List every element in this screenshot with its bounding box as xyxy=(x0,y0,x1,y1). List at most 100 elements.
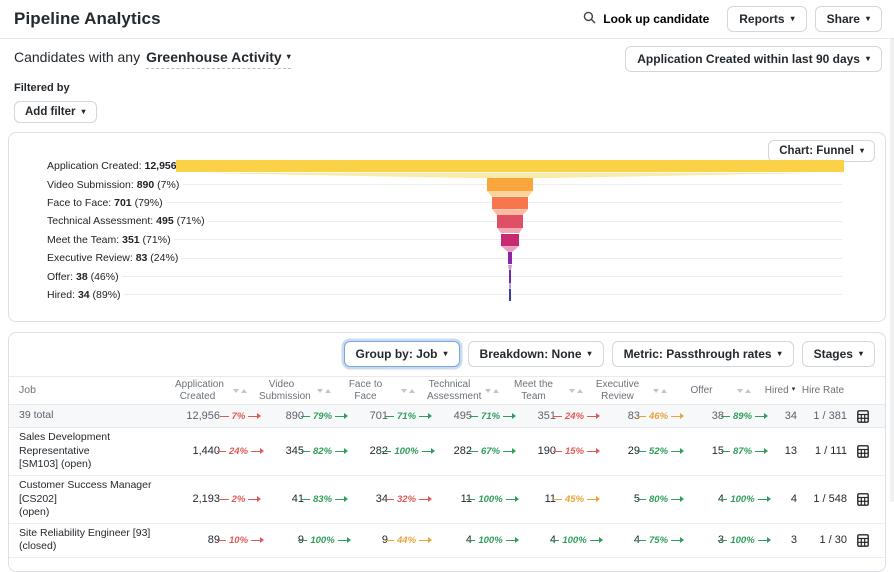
passthrough-pct: 15% xyxy=(565,446,584,457)
passthrough-arrow: 52% xyxy=(637,446,682,457)
funnel-row-executive-review: Executive Review: 83 (24%) xyxy=(47,249,885,267)
funnel-bar-application-created[interactable] xyxy=(176,160,844,173)
funnel-bar-video-submission[interactable] xyxy=(487,178,533,191)
topbar-actions: Look up candidate Reports ▾ Share ▾ xyxy=(573,6,882,32)
passthrough-rate: 44% xyxy=(388,535,427,546)
calculator-icon[interactable] xyxy=(849,445,869,458)
table-control-group-by-job[interactable]: Group by: Job▾ xyxy=(344,341,460,367)
funnel-row-technical-assessment: Technical Assessment: 495 (71%) xyxy=(47,212,885,230)
passthrough-rate: 32% xyxy=(388,494,427,505)
funnel-bar-technical-assessment[interactable] xyxy=(497,215,523,228)
column-header-face-to-face[interactable]: Face to Face xyxy=(343,379,388,403)
sort-asc-icon xyxy=(661,389,667,393)
stage-count: 2,193 xyxy=(175,493,220,505)
table-row: Sales Development Representative[SM103] … xyxy=(9,428,885,476)
chevron-down-icon: ▾ xyxy=(444,350,448,358)
column-header-video-submission[interactable]: Video Submission xyxy=(259,379,304,403)
arrow-head-icon xyxy=(251,540,262,541)
column-header-technical-assessment[interactable]: Technical Assessment xyxy=(427,379,472,403)
chevron-down-icon: ▾ xyxy=(287,53,291,61)
sort-arrows-icon[interactable] xyxy=(724,389,763,393)
sort-asc-icon xyxy=(241,389,247,393)
sort-desc-icon xyxy=(401,389,407,393)
share-button[interactable]: Share ▾ xyxy=(815,6,882,32)
passthrough-pct: 71% xyxy=(481,411,500,422)
arrow-head-icon xyxy=(335,451,346,452)
passthrough-pct: 32% xyxy=(397,494,416,505)
job-cell[interactable]: Customer Success Manager [CS202](open) xyxy=(19,476,175,523)
arrow-head-icon xyxy=(671,540,682,541)
arrow-tail xyxy=(217,451,226,452)
job-cell[interactable]: Sales Development Representative[SM103] … xyxy=(19,428,175,475)
funnel-bar-hired[interactable] xyxy=(509,289,511,302)
arrow-tail xyxy=(301,451,310,452)
sort-arrows-icon[interactable] xyxy=(556,389,595,393)
arrow-head-icon xyxy=(506,540,517,541)
funnel-bar-face-to-face[interactable] xyxy=(492,197,528,210)
column-header-application-created[interactable]: Application Created xyxy=(175,379,220,403)
arrow-head-icon xyxy=(335,416,346,417)
add-filter-label: Add filter xyxy=(25,106,75,118)
funnel-bar-executive-review[interactable] xyxy=(508,252,512,265)
stage-count: 4 xyxy=(679,493,724,505)
passthrough-rate: 100% xyxy=(556,535,595,546)
calculator-icon[interactable] xyxy=(849,534,869,547)
column-header-offer[interactable]: Offer xyxy=(679,385,724,397)
calculator-icon[interactable] xyxy=(849,410,869,423)
passthrough-arrow: 7% xyxy=(220,411,260,422)
arrow-head-icon xyxy=(422,451,433,452)
arrow-head-icon xyxy=(335,499,346,500)
sort-arrows-icon[interactable] xyxy=(304,389,343,393)
column-header-hired[interactable]: Hired▾ xyxy=(763,385,797,397)
arrow-head-icon xyxy=(506,499,517,500)
date-range-button[interactable]: Application Created within last 90 days … xyxy=(625,46,882,72)
passthrough-rate: 46% xyxy=(640,411,679,422)
lookup-candidate-label: Look up candidate xyxy=(603,12,709,26)
column-header-hire-rate[interactable]: Hire Rate xyxy=(797,385,849,397)
passthrough-pct: 100% xyxy=(394,446,418,457)
passthrough-pct: 87% xyxy=(733,446,752,457)
arrow-tail xyxy=(385,499,394,500)
funnel-bar-meet-the-team[interactable] xyxy=(501,234,519,247)
column-header-executive-review[interactable]: Executive Review xyxy=(595,379,640,403)
pipeline-table-card: Group by: Job▾ Breakdown: None▾ Metric: Pa… xyxy=(8,332,886,572)
passthrough-rate: 82% xyxy=(304,446,343,457)
table-control-stages[interactable]: Stages▾ xyxy=(802,341,875,367)
passthrough-rate: 15% xyxy=(556,446,595,457)
passthrough-pct: 79% xyxy=(313,411,332,422)
add-filter-button[interactable]: Add filter ▾ xyxy=(14,101,97,123)
sort-arrows-icon[interactable] xyxy=(472,389,511,393)
lookup-candidate-button[interactable]: Look up candidate xyxy=(573,7,719,31)
sort-asc-icon xyxy=(325,389,331,393)
arrow-head-icon xyxy=(419,499,430,500)
scrollbar[interactable] xyxy=(890,39,894,502)
passthrough-rate: 24% xyxy=(556,411,595,422)
column-header-job[interactable]: Job xyxy=(19,381,175,401)
reports-button[interactable]: Reports ▾ xyxy=(727,6,806,32)
calculator-icon[interactable] xyxy=(849,493,869,506)
sort-arrows-icon[interactable] xyxy=(640,389,679,393)
activity-dropdown[interactable]: Greenhouse Activity ▾ xyxy=(146,49,291,69)
stage-count: 9 xyxy=(259,534,304,546)
control-label: Stages xyxy=(814,347,853,361)
job-cell[interactable]: Site Reliability Engineer [93] (closed) xyxy=(19,524,175,557)
hire-rate-value: 1 / 548 xyxy=(797,493,849,505)
funnel-plot: Application Created: 12,956Video Submiss… xyxy=(9,157,885,315)
sort-arrows-icon[interactable] xyxy=(220,389,259,393)
stage-count: 4 xyxy=(427,534,472,546)
arrow-tail xyxy=(553,499,562,500)
sort-arrows-icon[interactable] xyxy=(388,389,427,393)
table-control-breakdown-none[interactable]: Breakdown: None▾ xyxy=(468,341,604,367)
passthrough-arrow: 100% xyxy=(298,535,348,546)
funnel-row-video-submission: Video Submission: 890 (7%) xyxy=(47,175,885,193)
passthrough-arrow: 100% xyxy=(718,535,768,546)
table-control-metric-passthrough-rates[interactable]: Metric: Passthrough rates▾ xyxy=(612,341,794,367)
passthrough-pct: 24% xyxy=(565,411,584,422)
passthrough-arrow: 100% xyxy=(382,446,432,457)
column-header-meet-the-team[interactable]: Meet the Team xyxy=(511,379,556,403)
chevron-down-icon: ▾ xyxy=(860,147,864,155)
passthrough-rate: 83% xyxy=(304,494,343,505)
passthrough-arrow: 45% xyxy=(553,494,598,505)
funnel-bar-offer[interactable] xyxy=(509,270,511,283)
passthrough-pct: 100% xyxy=(562,535,586,546)
